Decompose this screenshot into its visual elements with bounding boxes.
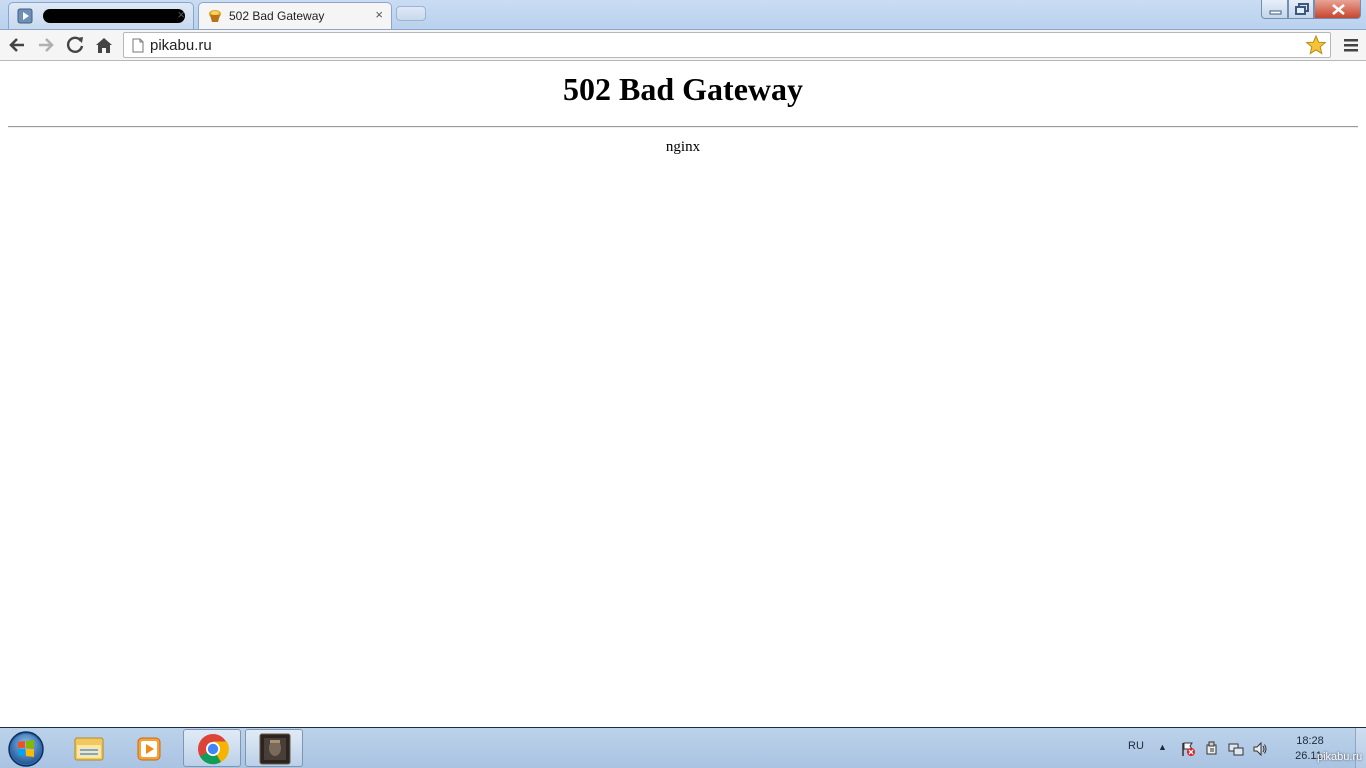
taskbar-chrome[interactable] <box>183 729 241 767</box>
tab-502-bad-gateway[interactable]: 502 Bad Gateway × <box>198 2 392 30</box>
browser-titlebar: × 502 Bad Gateway × <box>0 0 1366 30</box>
server-name: nginx <box>665 139 701 155</box>
page-content: 502 Bad Gateway nginx <box>0 62 1366 726</box>
media-player-icon <box>17 8 33 24</box>
menu-icon[interactable] <box>1339 33 1363 57</box>
divider <box>8 126 1358 128</box>
minimize-button[interactable] <box>1261 0 1288 19</box>
window-close-button[interactable] <box>1314 0 1361 19</box>
forward-arrow-icon[interactable] <box>34 33 58 57</box>
volume-icon[interactable] <box>1252 741 1268 757</box>
reload-icon[interactable] <box>63 33 87 57</box>
pikabu-favicon-icon <box>209 10 221 22</box>
redacted-tab-title <box>43 9 185 23</box>
network-icon[interactable] <box>1228 741 1244 757</box>
chrome-icon <box>198 734 229 765</box>
restore-icon <box>1295 3 1309 15</box>
taskbar-file-explorer[interactable] <box>60 729 118 767</box>
home-icon[interactable] <box>92 33 116 57</box>
browser-toolbar: pikabu.ru <box>0 29 1366 61</box>
windows-taskbar: RU ▲ 18:28 26.11. <box>0 727 1366 768</box>
clock-time: 18:28 <box>1296 735 1324 747</box>
file-explorer-icon <box>74 737 104 761</box>
tab-redacted[interactable]: × <box>8 2 194 29</box>
tab-title: 502 Bad Gateway <box>229 9 325 23</box>
page-icon <box>132 38 144 53</box>
watermark: pikabu.ru <box>1317 751 1363 763</box>
address-bar[interactable]: pikabu.ru <box>123 32 1331 58</box>
game-app-icon <box>259 733 291 765</box>
language-indicator[interactable]: RU <box>1128 740 1144 752</box>
media-player-icon <box>137 737 161 761</box>
back-arrow-icon[interactable] <box>5 33 29 57</box>
tab-close-icon[interactable]: × <box>177 7 185 22</box>
minimize-icon <box>1269 10 1282 15</box>
new-tab-button[interactable] <box>396 6 426 21</box>
show-hidden-icons-button[interactable]: ▲ <box>1158 742 1167 752</box>
restore-button[interactable] <box>1288 0 1314 19</box>
action-center-flag-icon[interactable] <box>1180 741 1196 757</box>
page-heading: 502 Bad Gateway <box>563 71 803 107</box>
address-url: pikabu.ru <box>150 37 212 54</box>
close-icon <box>1332 4 1345 15</box>
taskbar-media-player[interactable] <box>121 729 179 767</box>
tab-close-icon[interactable]: × <box>375 7 383 22</box>
taskbar-game-app[interactable] <box>245 729 303 767</box>
bookmark-star-icon[interactable] <box>1305 34 1327 56</box>
windows-start-icon[interactable] <box>6 730 46 768</box>
safely-remove-hardware-icon[interactable] <box>1204 741 1220 757</box>
